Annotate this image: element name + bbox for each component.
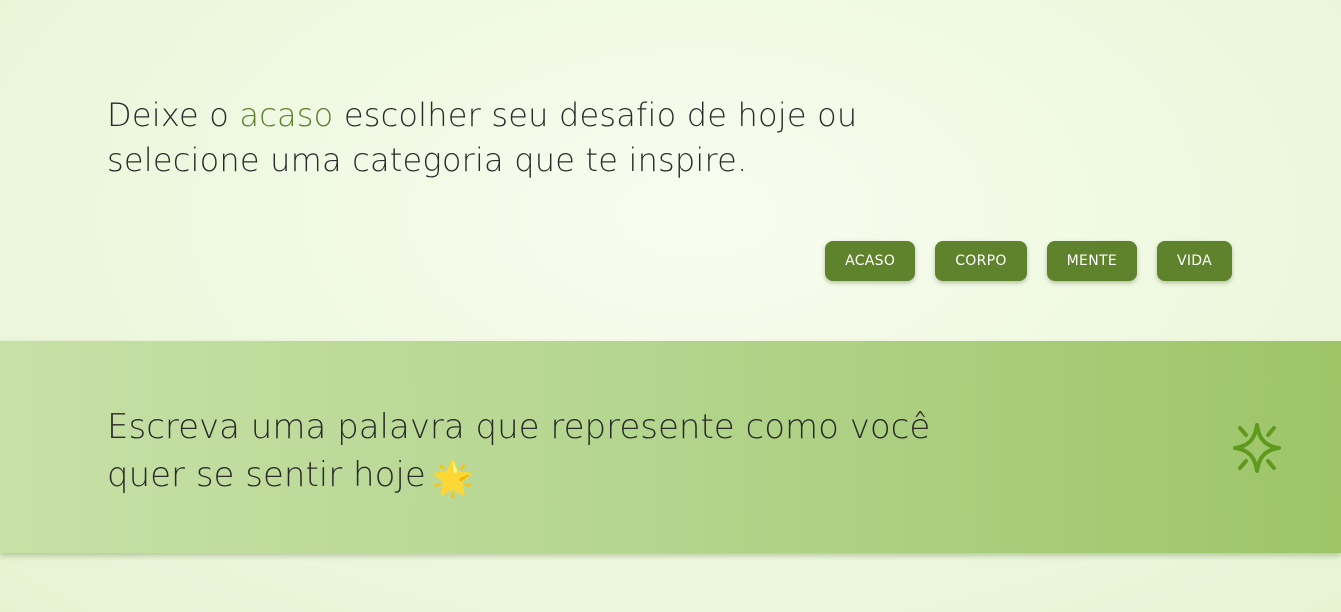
intro-text-start: Deixe o — [107, 96, 240, 134]
challenge-prompt: Escreva uma palavra que represente como … — [107, 407, 931, 495]
sparkle-icon — [1233, 423, 1281, 473]
challenge-text: Escreva uma palavra que represente como … — [107, 403, 967, 503]
intro-highlight-word: acaso — [239, 96, 334, 134]
star-emoji-icon: 🌟 — [431, 459, 475, 499]
category-button-mente[interactable]: MENTE — [1046, 241, 1137, 281]
category-button-acaso[interactable]: ACASO — [825, 241, 916, 281]
category-button-vida[interactable]: VIDA — [1156, 241, 1232, 281]
challenge-banner: Escreva uma palavra que represente como … — [0, 341, 1341, 553]
intro-text: Deixe o acaso escolher seu desafio de ho… — [107, 93, 927, 183]
category-button-corpo[interactable]: CORPO — [935, 241, 1027, 281]
category-buttons: ACASO CORPO MENTE VIDA — [825, 241, 1232, 281]
new-challenge-button[interactable] — [1229, 419, 1285, 477]
